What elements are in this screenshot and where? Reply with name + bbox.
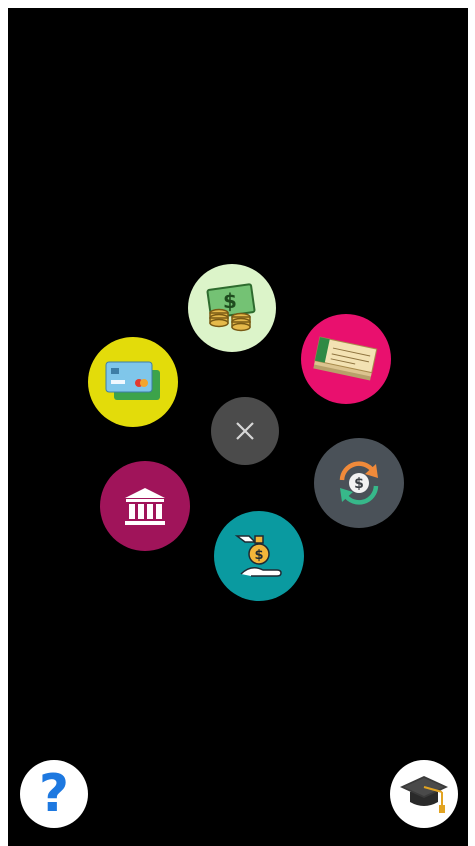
help-button[interactable]: ? — [20, 760, 88, 828]
cheque-button[interactable] — [301, 314, 391, 404]
svg-text:$: $ — [354, 476, 364, 492]
credit-card-icon — [105, 361, 160, 400]
currency-exchange-icon: $ — [339, 461, 379, 505]
graduation-cap-icon — [400, 776, 448, 813]
help-icon: ? — [38, 764, 70, 824]
loan-button[interactable]: $ — [214, 511, 304, 601]
close-icon — [236, 422, 254, 440]
close-menu-button[interactable] — [211, 397, 279, 465]
credit-card-button[interactable] — [88, 337, 178, 427]
app-screen: $ $ $ ? — [8, 8, 468, 846]
loan-icon: $ — [234, 535, 282, 577]
svg-text:$: $ — [223, 289, 237, 313]
svg-text:$: $ — [254, 548, 263, 563]
learn-button[interactable] — [390, 760, 458, 828]
bank-icon — [125, 488, 165, 525]
cash-button[interactable]: $ — [188, 264, 276, 352]
cash-icon: $ — [206, 283, 256, 332]
bank-button[interactable] — [100, 461, 190, 551]
cheque-icon — [313, 336, 378, 381]
currency-exchange-button[interactable]: $ — [314, 438, 404, 528]
